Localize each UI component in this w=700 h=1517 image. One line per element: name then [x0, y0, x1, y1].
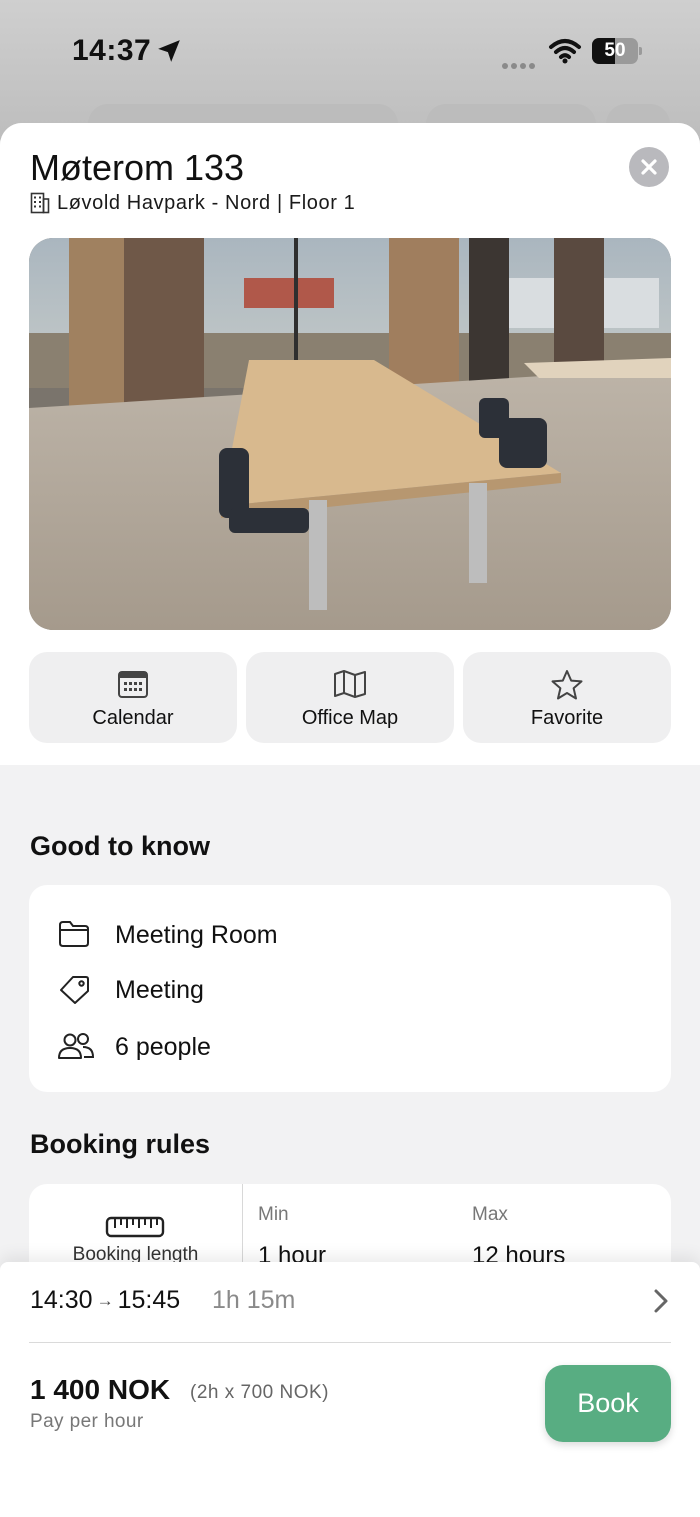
- booking-duration: 1h 15m: [212, 1286, 296, 1314]
- booking-rules-heading: Booking rules: [30, 1129, 211, 1159]
- favorite-button-label: Favorite: [530, 707, 604, 729]
- location-arrow-icon: [158, 40, 180, 62]
- info-row-category: Meeting: [29, 970, 671, 1010]
- close-button[interactable]: [629, 147, 669, 187]
- room-header-panel: Møterom 133 Løvold Havpark - Nord | Floo…: [0, 123, 700, 765]
- office-map-button[interactable]: Office Map: [246, 652, 454, 743]
- start-time: 14:30: [30, 1286, 93, 1314]
- status-bar: 14:37 50: [0, 0, 700, 100]
- good-to-know-card: Meeting Room Meeting 6 people: [29, 885, 671, 1092]
- favorite-button[interactable]: Favorite: [463, 652, 671, 743]
- divider: [29, 1342, 671, 1343]
- cellular-signal-icon: [502, 56, 538, 74]
- total-price: 1 400 NOK: [30, 1374, 171, 1405]
- end-time: 15:45: [117, 1286, 181, 1314]
- info-room-category: Meeting: [115, 976, 204, 1004]
- room-photo: [29, 238, 671, 630]
- building-icon: [30, 192, 50, 214]
- action-buttons: Calendar Office Map Favorite: [29, 652, 671, 743]
- info-row-type: Meeting Room: [29, 915, 671, 955]
- book-button[interactable]: Book: [545, 1365, 671, 1442]
- map-icon: [334, 670, 366, 698]
- wifi-icon: [549, 39, 581, 64]
- office-map-button-label: Office Map: [301, 707, 399, 729]
- battery-level: 50: [604, 40, 626, 61]
- calendar-icon: [118, 671, 148, 698]
- room-title: Møterom 133: [30, 147, 245, 188]
- calendar-button[interactable]: Calendar: [29, 652, 237, 743]
- ruler-icon: [105, 1216, 165, 1238]
- arrow-right-icon: →: [96, 1291, 114, 1310]
- battery-icon: 50: [592, 38, 642, 64]
- info-capacity: 6 people: [115, 1033, 211, 1061]
- chevron-right-icon[interactable]: [651, 1288, 671, 1314]
- people-icon: [58, 1033, 95, 1059]
- good-to-know-heading: Good to know: [30, 831, 210, 861]
- info-room-type: Meeting Room: [115, 921, 278, 949]
- info-row-capacity: 6 people: [29, 1027, 671, 1067]
- calendar-button-label: Calendar: [92, 707, 174, 729]
- room-location: Løvold Havpark - Nord | Floor 1: [57, 192, 356, 214]
- status-time: 14:37: [72, 34, 152, 67]
- price-breakdown: (2h x 700 NOK): [190, 1382, 329, 1403]
- close-icon: [641, 159, 657, 175]
- star-icon: [551, 670, 583, 700]
- max-label: Max: [472, 1204, 508, 1225]
- folder-icon: [59, 921, 89, 947]
- time-range-selector[interactable]: 14:30 → 15:45: [30, 1286, 180, 1315]
- min-label: Min: [258, 1204, 289, 1225]
- tag-icon: [60, 976, 89, 1004]
- booking-bar: 14:30 → 15:45 1h 15m 1 400 NOK (2h x 700 N…: [0, 1262, 700, 1517]
- pay-note: Pay per hour: [30, 1411, 144, 1432]
